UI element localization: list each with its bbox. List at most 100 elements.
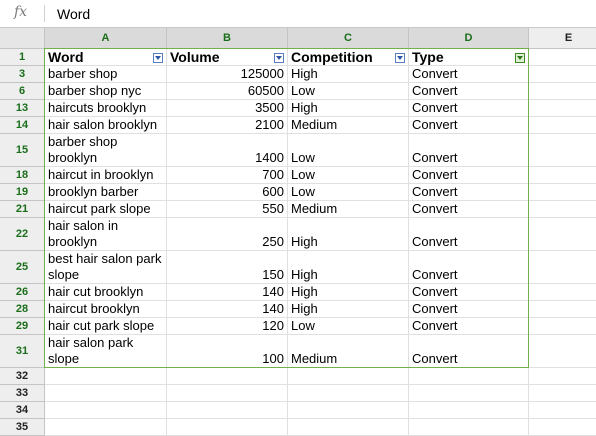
cell-volume[interactable]: 600 [167,184,288,201]
cell-e[interactable] [529,134,596,167]
empty-cell[interactable] [167,402,288,419]
cell-type[interactable]: Convert [409,117,529,134]
header-cell-competition[interactable]: Competition [288,49,409,66]
row-header[interactable]: 19 [0,184,45,201]
row-header[interactable]: 22 [0,218,45,251]
cell-word[interactable]: barber shop nyc [45,83,167,100]
row-header[interactable]: 21 [0,201,45,218]
cell-word[interactable]: haircuts brooklyn [45,100,167,117]
empty-cell[interactable] [288,385,409,402]
cell-word[interactable]: hair cut park slope [45,318,167,335]
row-header[interactable]: 28 [0,301,45,318]
cell-word[interactable]: barber shop [45,66,167,83]
cell-volume[interactable]: 120 [167,318,288,335]
cell-word[interactable]: haircut in brooklyn [45,167,167,184]
cell-type[interactable]: Convert [409,284,529,301]
cell-e[interactable] [529,83,596,100]
cell-e[interactable] [529,284,596,301]
cell-volume[interactable]: 250 [167,218,288,251]
cell-type[interactable]: Convert [409,218,529,251]
cell-competition[interactable]: Low [288,318,409,335]
cell-competition[interactable]: High [288,284,409,301]
cell-competition[interactable]: Medium [288,201,409,218]
column-header-e[interactable]: E [529,28,596,49]
row-header[interactable]: 34 [0,402,45,419]
cell-competition[interactable]: Low [288,134,409,167]
cell-type[interactable]: Convert [409,301,529,318]
cell-e[interactable] [529,117,596,134]
empty-cell[interactable] [167,419,288,436]
cell-competition[interactable]: Low [288,184,409,201]
cell-volume[interactable]: 550 [167,201,288,218]
cell-word[interactable]: haircut brooklyn [45,301,167,318]
cell-word[interactable]: best hair salon park slope [45,251,167,284]
row-header[interactable]: 26 [0,284,45,301]
empty-cell[interactable] [288,402,409,419]
row-header[interactable]: 15 [0,134,45,167]
row-header[interactable]: 32 [0,368,45,385]
cell-volume[interactable]: 1400 [167,134,288,167]
filter-dropdown-icon[interactable] [395,53,405,63]
cell-competition[interactable]: High [288,251,409,284]
cell-word[interactable]: hair salon brooklyn [45,117,167,134]
cell-e[interactable] [529,167,596,184]
cell-competition[interactable]: High [288,301,409,318]
header-cell-volume[interactable]: Volume [167,49,288,66]
empty-cell[interactable] [529,419,596,436]
cell-volume[interactable]: 700 [167,167,288,184]
row-header[interactable]: 3 [0,66,45,83]
formula-input[interactable]: Word [57,6,90,22]
cell-e[interactable] [529,251,596,284]
column-header-b[interactable]: B [167,28,288,49]
column-header-a[interactable]: A [45,28,167,49]
cell-competition[interactable]: Low [288,83,409,100]
cell-e[interactable] [529,335,596,368]
empty-cell[interactable] [288,419,409,436]
cell-e[interactable] [529,49,596,66]
cell-e[interactable] [529,218,596,251]
cell-competition[interactable]: High [288,100,409,117]
column-header-d[interactable]: D [409,28,529,49]
empty-cell[interactable] [409,419,529,436]
filter-dropdown-icon[interactable] [153,53,163,63]
empty-cell[interactable] [45,402,167,419]
row-header[interactable]: 14 [0,117,45,134]
cell-word[interactable]: barber shop brooklyn [45,134,167,167]
cell-e[interactable] [529,100,596,117]
empty-cell[interactable] [529,402,596,419]
cell-volume[interactable]: 60500 [167,83,288,100]
empty-cell[interactable] [409,385,529,402]
empty-cell[interactable] [409,402,529,419]
empty-cell[interactable] [167,385,288,402]
row-header[interactable]: 25 [0,251,45,284]
cell-word[interactable]: haircut park slope [45,201,167,218]
empty-cell[interactable] [529,385,596,402]
empty-cell[interactable] [45,385,167,402]
cell-type[interactable]: Convert [409,167,529,184]
cell-word[interactable]: hair salon park slope [45,335,167,368]
row-header[interactable]: 31 [0,335,45,368]
cell-type[interactable]: Convert [409,184,529,201]
row-header[interactable]: 13 [0,100,45,117]
cell-competition[interactable]: Medium [288,117,409,134]
empty-cell[interactable] [288,368,409,385]
cell-e[interactable] [529,201,596,218]
row-header[interactable]: 35 [0,419,45,436]
filter-active-icon[interactable] [515,53,525,63]
select-all-corner[interactable] [0,28,45,49]
column-header-c[interactable]: C [288,28,409,49]
cell-volume[interactable]: 3500 [167,100,288,117]
cell-volume[interactable]: 100 [167,335,288,368]
cell-competition[interactable]: Low [288,167,409,184]
empty-cell[interactable] [409,368,529,385]
cell-type[interactable]: Convert [409,66,529,83]
cell-volume[interactable]: 140 [167,301,288,318]
cell-type[interactable]: Convert [409,335,529,368]
empty-cell[interactable] [45,368,167,385]
header-cell-word[interactable]: Word [45,49,167,66]
cell-volume[interactable]: 140 [167,284,288,301]
header-cell-type[interactable]: Type [409,49,529,66]
cell-type[interactable]: Convert [409,201,529,218]
row-header[interactable]: 18 [0,167,45,184]
empty-cell[interactable] [45,419,167,436]
